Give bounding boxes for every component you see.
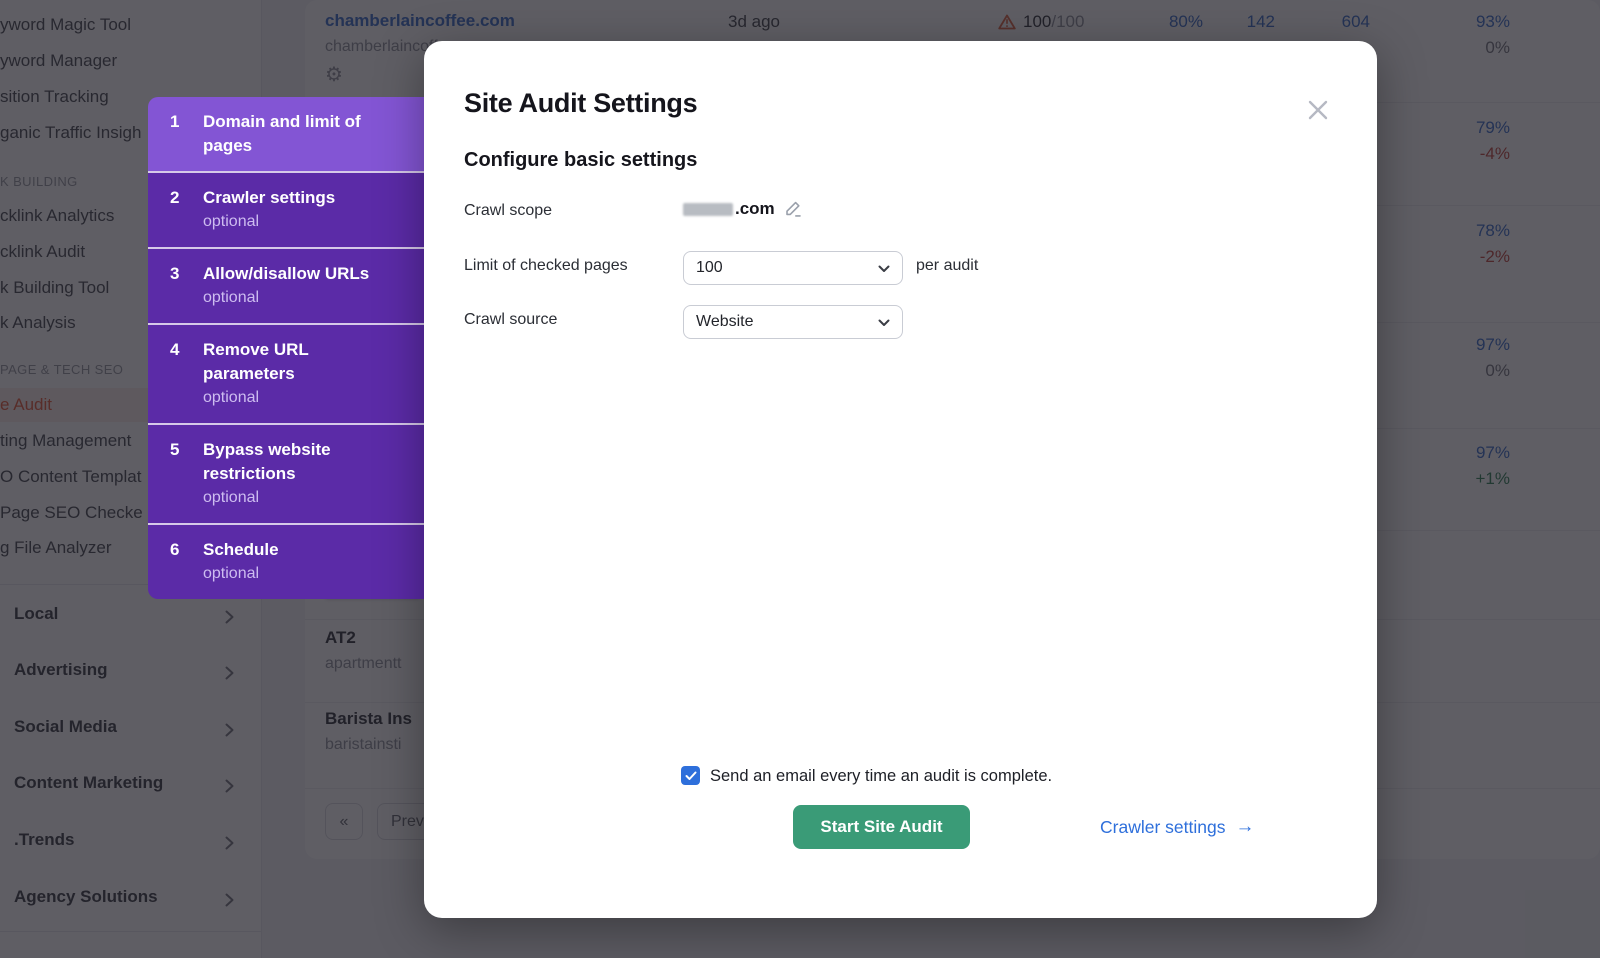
edit-pencil-icon[interactable] <box>783 199 803 219</box>
crawl-scope-suffix: .com <box>735 199 775 219</box>
step-schedule[interactable]: 6 Schedule optional <box>148 523 424 599</box>
crawl-scope-value: .com <box>683 199 803 219</box>
step-optional-label: optional <box>203 486 388 510</box>
section-heading: Configure basic settings <box>464 149 697 172</box>
check-icon <box>685 771 697 781</box>
limit-pages-select[interactable]: 100 <box>683 251 903 285</box>
chevron-down-icon <box>878 265 890 273</box>
close-icon[interactable] <box>1304 96 1332 124</box>
email-checkbox[interactable] <box>681 766 700 785</box>
crawler-settings-link-label: Crawler settings <box>1100 817 1225 838</box>
site-audit-settings-modal: Site Audit Settings Configure basic sett… <box>424 41 1377 918</box>
step-crawler-settings[interactable]: 2 Crawler settings optional <box>148 171 424 247</box>
step-title: Crawler settings <box>203 186 388 210</box>
redacted-domain <box>683 203 733 216</box>
crawl-scope-label: Crawl scope <box>464 202 552 220</box>
crawl-source-label: Crawl source <box>464 311 557 329</box>
crawl-source-value: Website <box>696 313 754 330</box>
step-optional-label: optional <box>203 210 388 234</box>
step-title: Schedule <box>203 538 388 562</box>
step-title: Remove URL parameters <box>203 338 388 386</box>
limit-pages-value: 100 <box>696 259 723 276</box>
email-notification-row[interactable]: Send an email every time an audit is com… <box>681 764 1052 788</box>
step-optional-label: optional <box>203 386 388 410</box>
crawler-settings-link[interactable]: Crawler settings → <box>1100 816 1254 838</box>
per-audit-label: per audit <box>916 257 978 275</box>
step-title: Domain and limit of pages <box>203 110 388 158</box>
step-number: 1 <box>170 110 203 158</box>
step-optional-label: optional <box>203 562 388 586</box>
step-title: Allow/disallow URLs <box>203 262 388 286</box>
step-number: 3 <box>170 262 203 310</box>
chevron-down-icon <box>878 319 890 327</box>
site-audit-settings-stepper: 1 Domain and limit of pages 2 Crawler se… <box>148 97 424 599</box>
step-allow-disallow-urls[interactable]: 3 Allow/disallow URLs optional <box>148 247 424 323</box>
step-number: 5 <box>170 438 203 510</box>
step-title: Bypass website restrictions <box>203 438 388 486</box>
email-checkbox-label: Send an email every time an audit is com… <box>710 764 1052 788</box>
step-domain-and-limit[interactable]: 1 Domain and limit of pages <box>148 97 424 171</box>
step-number: 4 <box>170 338 203 410</box>
limit-pages-label: Limit of checked pages <box>464 257 628 275</box>
crawl-source-select[interactable]: Website <box>683 305 903 339</box>
step-number: 6 <box>170 538 203 586</box>
step-number: 2 <box>170 186 203 234</box>
step-optional-label: optional <box>203 286 388 310</box>
start-site-audit-button[interactable]: Start Site Audit <box>793 805 970 849</box>
step-bypass-website-restrictions[interactable]: 5 Bypass website restrictions optional <box>148 423 424 523</box>
modal-title: Site Audit Settings <box>464 88 697 119</box>
step-remove-url-parameters[interactable]: 4 Remove URL parameters optional <box>148 323 424 423</box>
arrow-right-icon: → <box>1235 816 1254 838</box>
